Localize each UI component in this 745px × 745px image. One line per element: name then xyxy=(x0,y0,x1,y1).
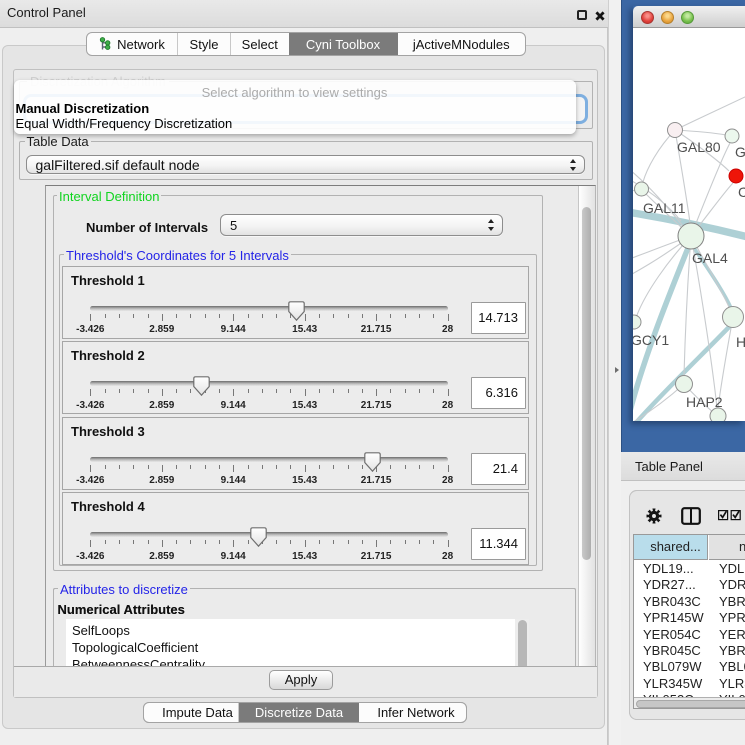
svg-text:GAL4: GAL4 xyxy=(692,250,728,266)
svg-text:GCY1: GCY1 xyxy=(633,332,669,348)
svg-text:GAL11: GAL11 xyxy=(643,200,686,216)
svg-text:H: H xyxy=(736,334,745,350)
svg-text:GAL80: GAL80 xyxy=(677,139,721,155)
svg-text:HAP2: HAP2 xyxy=(686,394,723,410)
svg-text:GA: GA xyxy=(735,144,745,160)
svg-text:C: C xyxy=(738,184,745,200)
